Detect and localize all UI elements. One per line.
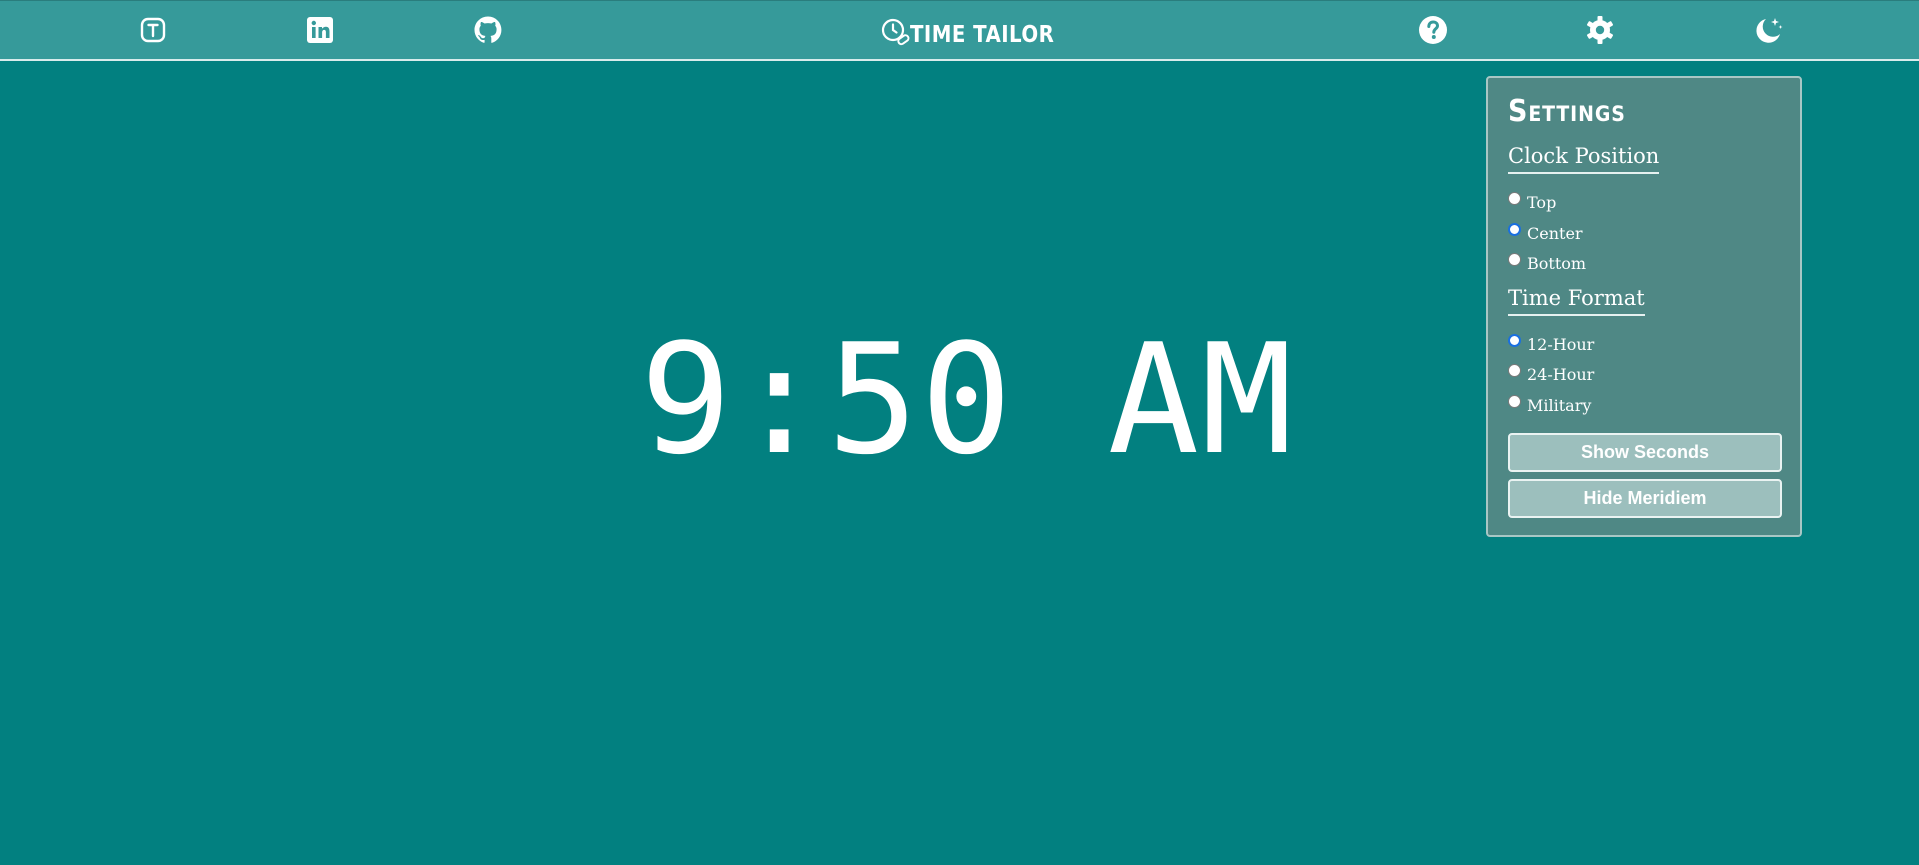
radio-format-12-hour[interactable]: 12-Hour (1508, 331, 1594, 355)
moon-stars-icon[interactable] (1752, 14, 1784, 46)
radio-format-military[interactable]: Military (1508, 392, 1591, 416)
clock-display: 9:50 AM (640, 311, 1295, 488)
brand: TIME TAILOR (880, 14, 1078, 50)
top-nav-bar: TIME TAILOR (0, 0, 1919, 61)
radio-label: 12-Hour (1527, 334, 1595, 354)
help-icon[interactable] (1417, 14, 1449, 46)
time-format-heading: Time Format (1508, 286, 1645, 316)
show-seconds-button[interactable]: Show Seconds (1508, 433, 1782, 472)
radio-button[interactable] (1508, 363, 1521, 377)
radio-label: Top (1527, 192, 1557, 212)
radio-position-center[interactable]: Center (1508, 220, 1583, 244)
github-icon[interactable] (472, 14, 504, 46)
radio-label: Military (1527, 395, 1592, 415)
settings-title: Settings (1508, 94, 1626, 129)
radio-button[interactable] (1508, 252, 1521, 266)
radio-button[interactable] (1508, 394, 1521, 408)
clock-logo-icon (881, 18, 910, 46)
radio-label: Bottom (1527, 253, 1587, 273)
clock-position-heading: Clock Position (1508, 144, 1660, 174)
radio-button-selected[interactable] (1508, 222, 1521, 236)
tutorial-badge-icon[interactable] (137, 14, 169, 46)
radio-label: Center (1527, 223, 1583, 243)
radio-format-24-hour[interactable]: 24-Hour (1508, 361, 1594, 385)
radio-position-top[interactable]: Top (1508, 189, 1556, 213)
hide-meridiem-button[interactable]: Hide Meridiem (1508, 479, 1782, 518)
settings-panel: Settings Clock Position Top Center Botto… (1486, 76, 1802, 537)
radio-button[interactable] (1508, 191, 1521, 205)
radio-position-bottom[interactable]: Bottom (1508, 250, 1586, 274)
radio-button-selected[interactable] (1508, 333, 1521, 347)
app-title: TIME TAILOR (910, 22, 1055, 48)
radio-label: 24-Hour (1527, 364, 1595, 384)
gear-icon[interactable] (1584, 14, 1616, 46)
linkedin-icon[interactable] (304, 14, 336, 46)
